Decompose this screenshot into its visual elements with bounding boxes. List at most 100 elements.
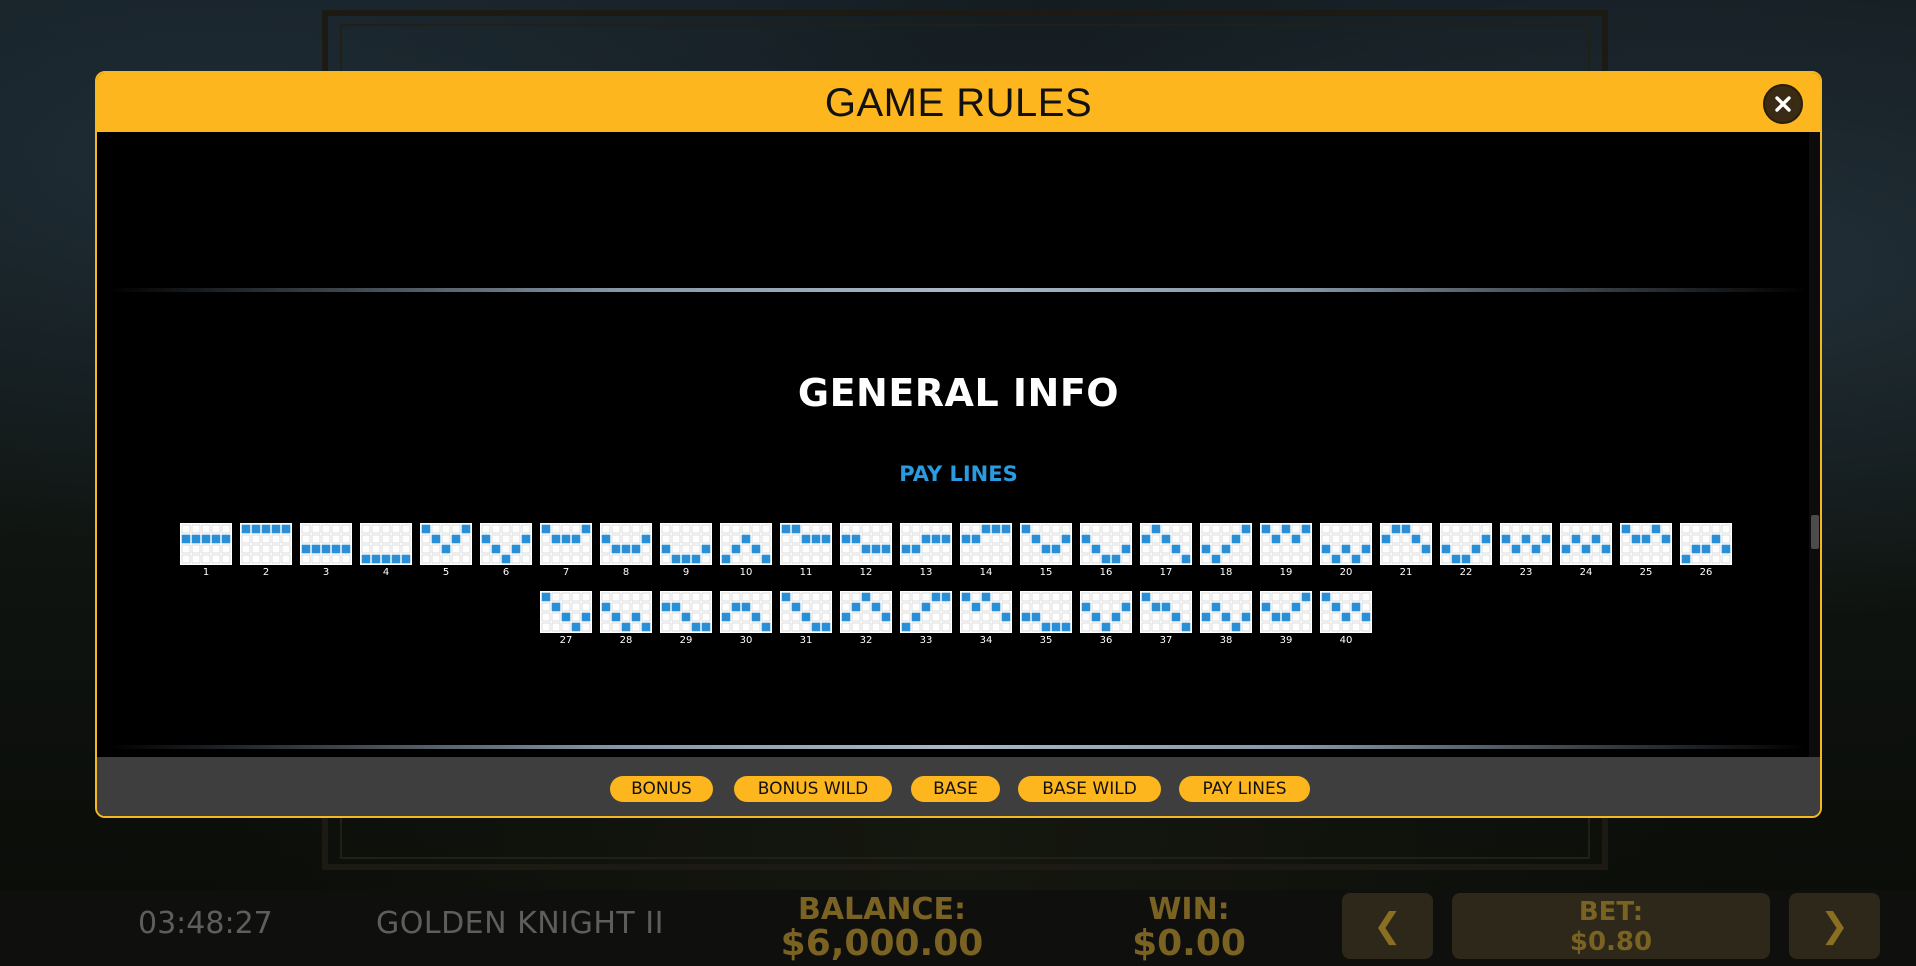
payline-diagram	[1380, 523, 1432, 565]
payline-cell-active	[701, 622, 711, 632]
payline-number: 4	[382, 567, 390, 578]
payline-cell	[741, 592, 751, 602]
payline-cell	[1501, 524, 1511, 534]
payline-cell	[621, 524, 631, 534]
payline-cell-active	[511, 544, 521, 554]
payline-cell	[861, 534, 871, 544]
payline-cell	[861, 602, 871, 612]
payline-cell	[911, 524, 921, 534]
payline-diagram	[1680, 523, 1732, 565]
payline-cell	[1151, 612, 1161, 622]
payline-cell	[1641, 524, 1651, 534]
payline-cell	[631, 534, 641, 544]
payline-cell-active	[901, 544, 911, 554]
payline-cell-active	[721, 554, 731, 564]
scrollbar-thumb[interactable]	[1811, 515, 1819, 549]
payline-cell	[1421, 524, 1431, 534]
payline-cell	[1461, 524, 1471, 534]
bet-increase-button[interactable]: ❯	[1789, 893, 1880, 959]
payline-cell	[1331, 534, 1341, 544]
payline-cell-active	[1041, 544, 1051, 554]
payline-cell-active	[761, 554, 771, 564]
payline-cell-active	[801, 534, 811, 544]
payline-cell	[811, 544, 821, 554]
payline-cell	[1231, 602, 1241, 612]
payline-cell	[1171, 524, 1181, 534]
payline-cell	[1021, 592, 1031, 602]
payline-cell	[911, 554, 921, 564]
payline-cell	[1141, 554, 1151, 564]
payline-number: 5	[442, 567, 450, 578]
tab-bonus[interactable]: BONUS	[610, 776, 713, 802]
payline-cell-active	[811, 622, 821, 632]
payline-cell-active	[791, 524, 801, 534]
payline-cell	[731, 554, 741, 564]
payline-cell	[541, 554, 551, 564]
payline-cell	[1081, 524, 1091, 534]
payline-cell	[631, 554, 641, 564]
payline-cell	[741, 612, 751, 622]
payline-cell	[1381, 524, 1391, 534]
payline-cell	[521, 554, 531, 564]
payline-cell-active	[851, 534, 861, 544]
payline-cell	[1151, 544, 1161, 554]
payline-cell	[1161, 622, 1171, 632]
payline-cell	[401, 544, 411, 554]
payline-cell	[1721, 524, 1731, 534]
payline-cell	[1561, 524, 1571, 534]
payline-cell-active	[1031, 534, 1041, 544]
payline-cell-active	[481, 534, 491, 544]
payline-cell	[991, 622, 1001, 632]
payline-34: 34	[960, 591, 1012, 646]
payline-5: 5	[420, 523, 472, 578]
scrollbar-track[interactable]	[1809, 132, 1820, 757]
payline-cell	[1181, 602, 1191, 612]
payline-cell-active	[1231, 534, 1241, 544]
payline-cell	[641, 592, 651, 602]
payline-cell	[781, 544, 791, 554]
payline-cell	[1041, 592, 1051, 602]
payline-cell	[1121, 524, 1131, 534]
payline-cell-active	[611, 544, 621, 554]
payline-cell	[1201, 524, 1211, 534]
payline-cell	[901, 602, 911, 612]
payline-cell	[1271, 524, 1281, 534]
payline-9: 9	[660, 523, 712, 578]
payline-cell	[1331, 622, 1341, 632]
payline-cell-active	[981, 524, 991, 534]
payline-cell-active	[201, 534, 211, 544]
payline-cell-active	[1531, 544, 1541, 554]
tab-pay-lines[interactable]: PAY LINES	[1179, 776, 1310, 802]
payline-cell	[671, 622, 681, 632]
payline-cell-active	[191, 534, 201, 544]
payline-cell	[991, 592, 1001, 602]
payline-cell	[1321, 524, 1331, 534]
payline-cell	[1201, 592, 1211, 602]
payline-cell	[1591, 554, 1601, 564]
payline-cell-active	[811, 534, 821, 544]
payline-cell-active	[641, 622, 651, 632]
payline-cell	[1341, 622, 1351, 632]
payline-cell	[1031, 544, 1041, 554]
tab-base[interactable]: BASE	[911, 776, 1000, 802]
close-button[interactable]	[1763, 84, 1803, 124]
payline-cell	[271, 534, 281, 544]
payline-cell	[361, 534, 371, 544]
payline-cell	[431, 554, 441, 564]
payline-cell	[1421, 534, 1431, 544]
payline-cell	[1291, 592, 1301, 602]
payline-cell-active	[1651, 524, 1661, 534]
payline-diagram	[1200, 523, 1252, 565]
payline-cell	[1041, 602, 1051, 612]
payline-cell-active	[751, 612, 761, 622]
payline-cell	[791, 554, 801, 564]
payline-cell-active	[1121, 602, 1131, 612]
payline-cell	[1571, 544, 1581, 554]
payline-diagram	[1620, 523, 1672, 565]
payline-cell	[1061, 554, 1071, 564]
payline-cell	[1121, 554, 1131, 564]
tab-base-wild[interactable]: BASE WILD	[1018, 776, 1161, 802]
bet-decrease-button[interactable]: ❮	[1342, 893, 1433, 959]
payline-cell	[1051, 612, 1061, 622]
tab-bonus-wild[interactable]: BONUS WILD	[734, 776, 892, 802]
